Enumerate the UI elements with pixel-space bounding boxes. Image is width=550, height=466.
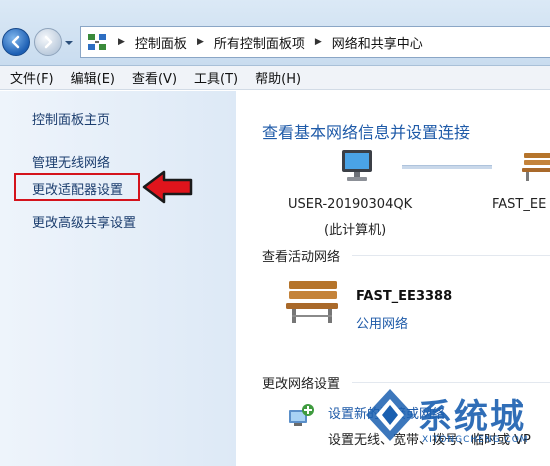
network-location-icon xyxy=(88,34,106,50)
sidebar-item-control-panel-home[interactable]: 控制面板主页 xyxy=(32,109,110,128)
menu-file[interactable]: 文件(F) xyxy=(10,68,54,87)
back-button[interactable] xyxy=(2,28,30,56)
breadcrumb-control-panel[interactable]: 控制面板 xyxy=(135,33,187,52)
breadcrumb-separator-icon[interactable]: ▶ xyxy=(197,37,204,47)
active-network-bench-icon xyxy=(286,281,338,323)
change-settings-heading: 更改网络设置 xyxy=(262,377,341,392)
active-network-name: FAST_EE3388 xyxy=(356,289,453,304)
computer-name-label: USER-20190304QK xyxy=(288,197,413,212)
back-arrow-icon xyxy=(11,35,20,49)
menu-view[interactable]: 查看(V) xyxy=(132,68,177,87)
watermark: 系统城 XITONGCHENG.COM xyxy=(360,385,550,466)
watermark-logo-icon xyxy=(366,389,414,441)
section-divider xyxy=(352,382,550,383)
sidebar-item-advanced-sharing[interactable]: 更改高级共享设置 xyxy=(32,212,136,231)
section-divider xyxy=(352,255,550,256)
sidebar-item-manage-wireless[interactable]: 管理无线网络 xyxy=(32,152,110,171)
menu-tools[interactable]: 工具(T) xyxy=(194,68,238,87)
active-networks-heading: 查看活动网络 xyxy=(262,250,341,265)
recent-pages-dropdown-icon[interactable] xyxy=(64,38,74,48)
red-arrow-icon xyxy=(142,170,193,204)
task-pane: 控制面板主页 管理无线网络 更改适配器设置 更改高级共享设置 xyxy=(0,91,236,466)
menu-edit[interactable]: 编辑(E) xyxy=(71,68,115,87)
network-node-label: FAST_EE xyxy=(492,197,547,212)
highlight-box xyxy=(14,173,140,201)
breadcrumb-separator-icon[interactable]: ▶ xyxy=(118,37,125,47)
network-map-connection xyxy=(402,165,492,169)
breadcrumb-separator-icon[interactable]: ▶ xyxy=(315,37,322,47)
breadcrumb-network-center[interactable]: 网络和共享中心 xyxy=(332,33,423,52)
forward-arrow-icon xyxy=(44,35,53,49)
menu-help[interactable]: 帮助(H) xyxy=(255,68,301,87)
network-bench-icon[interactable] xyxy=(520,149,550,183)
page-title: 查看基本网络信息并设置连接 xyxy=(262,123,471,142)
watermark-subtext: XITONGCHENG.COM xyxy=(422,435,529,445)
computer-caption-label: (此计算机) xyxy=(324,223,387,238)
breadcrumb[interactable]: ▶ 控制面板 ▶ 所有控制面板项 ▶ 网络和共享中心 xyxy=(80,26,550,58)
forward-button[interactable] xyxy=(34,28,62,56)
new-connection-icon[interactable] xyxy=(286,401,316,431)
breadcrumb-all-items[interactable]: 所有控制面板项 xyxy=(214,33,305,52)
watermark-text: 系统城 xyxy=(418,397,526,437)
active-network-type-link[interactable]: 公用网络 xyxy=(356,313,408,332)
computer-icon[interactable] xyxy=(338,147,376,185)
menu-bar: 文件(F) 编辑(E) 查看(V) 工具(T) 帮助(H) xyxy=(0,66,550,90)
address-bar: ▶ 控制面板 ▶ 所有控制面板项 ▶ 网络和共享中心 xyxy=(0,0,550,66)
